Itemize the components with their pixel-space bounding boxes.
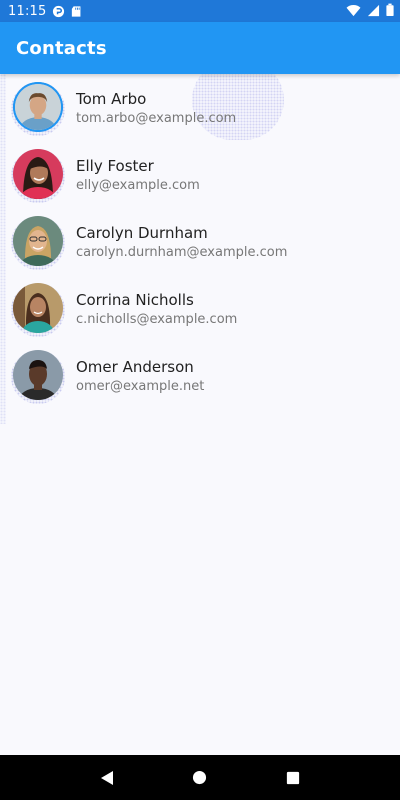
back-triangle-icon [100, 770, 113, 785]
contact-item[interactable]: Elly Foster elly@example.com [0, 141, 400, 208]
contact-text: Elly Foster elly@example.com [76, 156, 200, 195]
home-button[interactable] [190, 768, 210, 788]
contact-name: Tom Arbo [76, 90, 147, 108]
contact-text: Omer Anderson omer@example.net [76, 357, 204, 396]
contact-text: Tom Arbo tom.arbo@example.com [76, 89, 236, 128]
contact-email: tom.arbo@example.com [76, 111, 237, 126]
app-bar: Contacts [0, 22, 400, 74]
avatar[interactable] [13, 216, 63, 266]
contact-item[interactable]: Tom Arbo tom.arbo@example.com [0, 74, 400, 141]
avatar-ripple [11, 216, 65, 270]
contact-name: Omer Anderson [76, 358, 194, 376]
recents-square-icon [287, 771, 300, 784]
contact-item[interactable]: Carolyn Durnham carolyn.durnham@example.… [0, 208, 400, 275]
status-right [346, 2, 394, 21]
contact-email: elly@example.com [76, 178, 200, 193]
avatar-ripple [11, 350, 65, 404]
avatar[interactable] [13, 350, 63, 400]
home-circle-icon [193, 770, 207, 785]
page-title: Contacts [16, 37, 107, 59]
person-photo-icon [13, 350, 63, 400]
contact-email: c.nicholls@example.com [76, 312, 238, 327]
contact-item[interactable]: Omer Anderson omer@example.net [0, 342, 400, 409]
battery-icon [386, 2, 394, 21]
avatar-ripple [11, 283, 65, 337]
signal-icon [367, 2, 380, 21]
contact-email: omer@example.net [76, 379, 205, 394]
back-button[interactable] [97, 768, 117, 788]
contact-name: Corrina Nicholls [76, 291, 194, 309]
avatar[interactable] [13, 283, 63, 333]
status-left: 11:15 [8, 4, 84, 19]
avatar-ripple [11, 149, 65, 203]
contact-email: carolyn.durnham@example.com [76, 245, 288, 260]
contact-name: Elly Foster [76, 157, 154, 175]
avatar[interactable] [13, 82, 63, 132]
notification-app-icon [52, 5, 65, 18]
person-photo-icon [13, 82, 63, 132]
contact-item[interactable]: Corrina Nicholls c.nicholls@example.com [0, 275, 400, 342]
person-photo-icon [13, 216, 63, 266]
avatar-ripple [11, 82, 65, 136]
avatar[interactable] [13, 149, 63, 199]
status-time: 11:15 [8, 3, 47, 19]
contact-name: Carolyn Durnham [76, 224, 208, 242]
recents-button[interactable] [283, 768, 303, 788]
contact-text: Corrina Nicholls c.nicholls@example.com [76, 290, 237, 329]
status-bar: 11:15 [0, 0, 400, 22]
system-nav-bar [0, 755, 400, 800]
contact-text: Carolyn Durnham carolyn.durnham@example.… [76, 223, 287, 262]
contact-list: Tom Arbo tom.arbo@example.com Elly Foste… [0, 74, 400, 409]
wifi-icon [346, 2, 361, 21]
person-photo-icon [13, 283, 63, 333]
sd-card-icon [71, 5, 84, 18]
person-photo-icon [13, 149, 63, 199]
